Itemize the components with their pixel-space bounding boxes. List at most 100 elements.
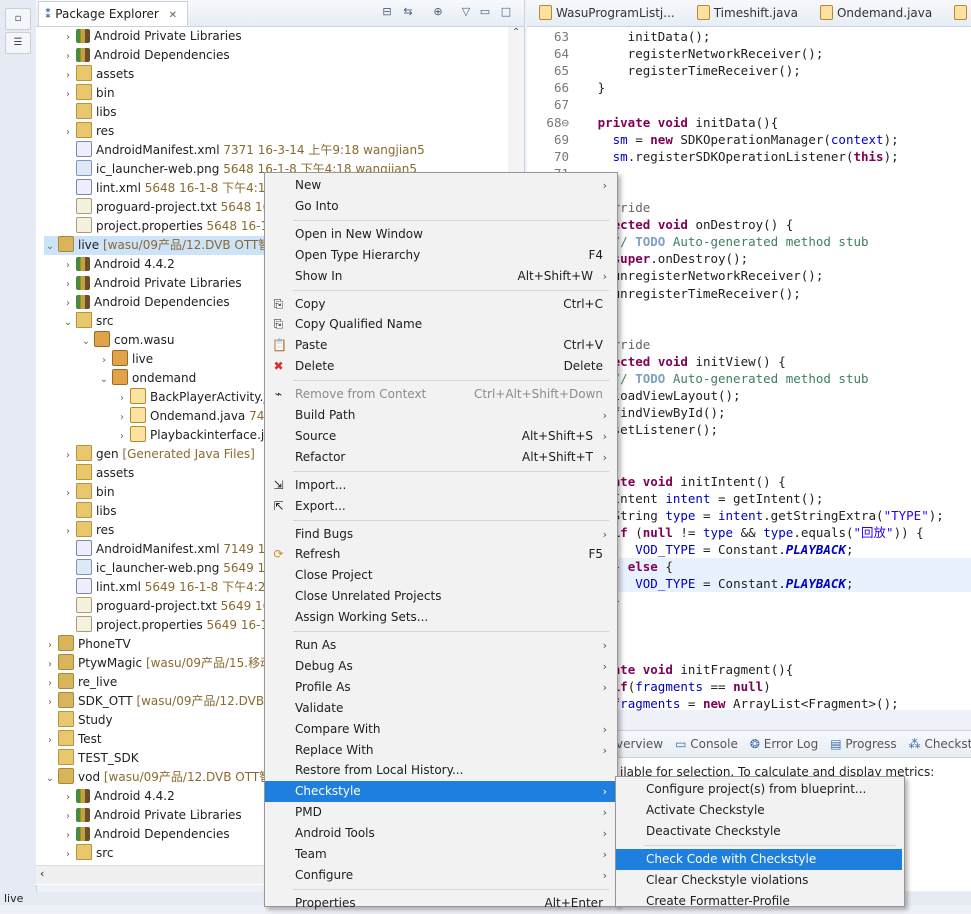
menu-item-paste[interactable]: 📋 Paste Ctrl+V — [265, 335, 615, 356]
tree-row[interactable]: ⌄ src — [62, 312, 114, 331]
bottom-tab[interactable]: ▤ Progress — [830, 731, 896, 757]
tree-row[interactable]: › Android Private Libraries — [62, 806, 242, 825]
tree-row[interactable]: › Android Private Libraries — [62, 274, 242, 293]
tree-row[interactable]: libs — [62, 502, 117, 521]
tree-row[interactable]: › bin — [62, 84, 115, 103]
menu-item-close-unrelated-projects[interactable]: Close Unrelated Projects — [265, 586, 615, 607]
tree-row[interactable]: assets — [62, 464, 134, 483]
scroll-left-icon[interactable]: ‹ — [40, 867, 44, 880]
outline-icon[interactable]: ☰ — [5, 32, 31, 54]
bottom-tab[interactable]: verview — [616, 731, 663, 757]
maximize-icon[interactable]: □ — [498, 5, 514, 19]
menu-item-refresh[interactable]: ⟳ Refresh F5 — [265, 544, 615, 565]
collapsed-twisty-icon[interactable]: › — [44, 674, 56, 693]
editor-tab[interactable]: Timeshift.java — [685, 0, 808, 26]
menu-item-profile-as[interactable]: Profile As › — [265, 677, 615, 698]
menu-item-configure[interactable]: Configure › — [265, 865, 615, 886]
menu-item-copy-qualified-name[interactable]: ⎘ Copy Qualified Name — [265, 314, 615, 335]
restore-icon[interactable]: ▫ — [5, 8, 31, 30]
collapsed-twisty-icon[interactable]: › — [62, 123, 74, 142]
tree-row[interactable]: › BackPlayerActivity.jav — [116, 388, 281, 407]
tree-row[interactable]: › Android Dependencies — [62, 293, 230, 312]
collapsed-twisty-icon[interactable]: › — [62, 788, 74, 807]
menu-item-delete[interactable]: ✖ Delete Delete — [265, 356, 615, 377]
collapsed-twisty-icon[interactable]: › — [44, 693, 56, 712]
tree-row[interactable]: AndroidManifest.xml 7371 16-3-14 上午9:18 … — [62, 141, 425, 160]
tree-row[interactable]: › Android Private Libraries — [62, 27, 242, 46]
tree-row[interactable]: › Android 4.4.2 — [62, 787, 175, 806]
close-icon[interactable]: ✕ — [169, 10, 177, 21]
focus-on-task-icon[interactable]: ⊕ — [430, 5, 446, 19]
bottom-tab[interactable]: ❂ Error Log — [750, 731, 818, 757]
editor-tab[interactable]: Ondemand.java — [808, 0, 942, 26]
menu-item-remove-from-context[interactable]: ⌁ Remove from Context Ctrl+Alt+Shift+Down — [265, 384, 615, 405]
expanded-twisty-icon[interactable]: ⌄ — [80, 332, 92, 351]
collapsed-twisty-icon[interactable]: › — [116, 389, 128, 408]
collapsed-twisty-icon[interactable]: › — [62, 85, 74, 104]
expanded-twisty-icon[interactable]: ⌄ — [62, 313, 74, 332]
menu-item-run-as[interactable]: Run As › — [265, 635, 615, 656]
menu-item-configure-project-s-from-blueprint[interactable]: Configure project(s) from blueprint... — [616, 779, 902, 800]
menu-item-export[interactable]: ⇱ Export... — [265, 496, 615, 517]
collapsed-twisty-icon[interactable]: › — [116, 427, 128, 446]
bottom-tab[interactable]: ⁂ Checksty — [909, 731, 971, 757]
scroll-up-icon[interactable]: ⌃ — [512, 27, 520, 38]
bottom-tab[interactable]: ▭ Console — [675, 731, 738, 757]
menu-item-activate-checkstyle[interactable]: Activate Checkstyle — [616, 800, 902, 821]
menu-item-team[interactable]: Team › — [265, 844, 615, 865]
tree-row[interactable]: › PtywMagic [wasu/09产品/15.移动端 — [44, 654, 284, 673]
tree-row[interactable]: › Playbackinterface.jav — [116, 426, 279, 445]
tree-row[interactable]: TEST_SDK — [44, 749, 139, 768]
menu-item-restore-from-local-history[interactable]: Restore from Local History... — [265, 760, 615, 781]
collapsed-twisty-icon[interactable]: › — [62, 294, 74, 313]
collapsed-twisty-icon[interactable]: › — [62, 446, 74, 465]
collapse-all-icon[interactable]: ⊟ — [379, 5, 395, 19]
menu-item-find-bugs[interactable]: Find Bugs › — [265, 524, 615, 545]
collapsed-twisty-icon[interactable]: › — [62, 256, 74, 275]
tree-row[interactable]: › SDK_OTT [wasu/09产品/12.DVB O — [44, 692, 277, 711]
collapsed-twisty-icon[interactable]: › — [62, 47, 74, 66]
tree-row[interactable]: › gen [Generated Java Files] — [62, 445, 255, 464]
menu-item-copy[interactable]: ⎘ Copy Ctrl+C — [265, 294, 615, 315]
tree-row[interactable]: › Ondemand.java 745 — [116, 407, 272, 426]
tree-row[interactable]: ⌄ com.wasu — [80, 331, 174, 350]
collapsed-twisty-icon[interactable]: › — [62, 522, 74, 541]
tree-row[interactable]: lint.xml 5649 16-1-8 下午4:20 — [62, 578, 273, 597]
menu-item-properties[interactable]: Properties Alt+Enter — [265, 893, 615, 914]
editor-tab[interactable]: WasuProgramListj... — [527, 0, 685, 26]
collapsed-twisty-icon[interactable]: › — [62, 826, 74, 845]
collapsed-twisty-icon[interactable]: › — [98, 351, 110, 370]
editor-tab[interactable]: B — [942, 0, 971, 26]
collapsed-twisty-icon[interactable]: › — [62, 66, 74, 85]
menu-item-checkstyle[interactable]: Checkstyle › — [265, 781, 615, 803]
tree-row[interactable]: › Test — [44, 730, 102, 749]
collapsed-twisty-icon[interactable]: › — [62, 275, 74, 294]
menu-item-show-in[interactable]: Show In Alt+Shift+W › — [265, 266, 615, 287]
tree-row[interactable]: project.properties 5649 16-1- — [62, 616, 272, 635]
menu-item-import[interactable]: ⇲ Import... — [265, 475, 615, 496]
tree-row[interactable]: › res — [62, 122, 114, 141]
tree-row[interactable]: proguard-project.txt 5648 16- — [62, 198, 275, 217]
tree-row[interactable]: › re_live — [44, 673, 117, 692]
collapsed-twisty-icon[interactable]: › — [62, 845, 74, 864]
expanded-twisty-icon[interactable]: ⌄ — [44, 237, 56, 256]
tree-row[interactable]: ⌄ ondemand — [98, 369, 196, 388]
expanded-twisty-icon[interactable]: ⌄ — [98, 370, 110, 389]
tree-row[interactable]: lint.xml 5648 16-1-8 下午4:18 — [62, 179, 273, 198]
menu-item-open-type-hierarchy[interactable]: Open Type Hierarchy F4 — [265, 245, 615, 266]
tree-row[interactable]: project.properties 5648 16-1- — [62, 217, 272, 236]
menu-item-deactivate-checkstyle[interactable]: Deactivate Checkstyle — [616, 821, 902, 842]
tree-row[interactable]: Study — [44, 711, 113, 730]
menu-item-source[interactable]: Source Alt+Shift+S › — [265, 426, 615, 447]
menu-item-build-path[interactable]: Build Path › — [265, 405, 615, 426]
collapsed-twisty-icon[interactable]: › — [44, 731, 56, 750]
menu-item-android-tools[interactable]: Android Tools › — [265, 823, 615, 844]
collapsed-twisty-icon[interactable]: › — [62, 28, 74, 47]
menu-item-new[interactable]: New › — [265, 175, 615, 196]
menu-item-pmd[interactable]: PMD › — [265, 802, 615, 823]
tree-row[interactable]: proguard-project.txt 5649 16- — [62, 597, 275, 616]
menu-item-compare-with[interactable]: Compare With › — [265, 719, 615, 740]
tree-row[interactable]: ⌄ live [wasu/09产品/12.DVB OTT智能 — [44, 236, 283, 256]
menu-item-clear-checkstyle-violations[interactable]: Clear Checkstyle violations — [616, 870, 902, 891]
tree-row[interactable]: ic_launcher-web.png 5649 16- — [62, 559, 277, 578]
